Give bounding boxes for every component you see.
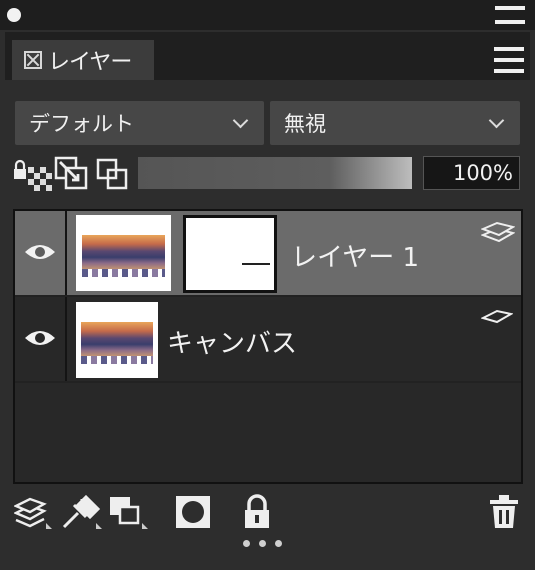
reference-layer-icon[interactable] <box>96 158 130 192</box>
lock-icon[interactable] <box>242 494 272 532</box>
trash-icon[interactable] <box>488 494 520 530</box>
blend-mode-value: デフォルト <box>29 112 134 136</box>
new-layer-icon[interactable] <box>14 495 54 531</box>
thumbnail-image <box>82 235 165 277</box>
layer-list[interactable]: レイヤー 1 キャンバス <box>13 209 523 484</box>
thumbnail-image <box>81 322 153 364</box>
composite-mode-value: 無視 <box>284 112 326 136</box>
lock-transparency-icon[interactable] <box>14 157 52 191</box>
opacity-slider[interactable] <box>138 157 412 189</box>
eye-icon <box>25 245 55 259</box>
layer-thumbnail <box>76 302 158 378</box>
layer-name[interactable]: レイヤー 1 <box>291 237 419 274</box>
layer-mask-thumbnail[interactable] <box>183 215 277 293</box>
layer-row[interactable]: レイヤー 1 <box>15 211 521 297</box>
visibility-toggle[interactable] <box>15 211 67 295</box>
tab-label: レイヤー <box>48 50 132 75</box>
more-icon[interactable] <box>243 540 282 547</box>
layer-set-icon[interactable] <box>108 495 150 531</box>
blend-mode-select[interactable]: デフォルト <box>15 101 264 145</box>
canvas-layer-icon <box>481 309 513 324</box>
add-mask-icon[interactable] <box>174 494 212 530</box>
clip-icon[interactable] <box>54 156 90 192</box>
layer-stack-icon <box>481 221 515 243</box>
layer-row[interactable]: キャンバス <box>15 297 521 383</box>
opacity-input[interactable]: 100% <box>423 156 520 190</box>
visibility-toggle[interactable] <box>15 297 67 381</box>
layer-name[interactable]: キャンバス <box>167 323 297 360</box>
chevron-down-icon <box>488 112 505 128</box>
window-menu-icon[interactable] <box>495 6 525 24</box>
adjustment-layer-icon[interactable] <box>60 495 104 531</box>
panel-titlebar[interactable] <box>0 0 535 30</box>
tab-layers[interactable]: レイヤー <box>12 40 154 80</box>
layer-thumbnail <box>76 215 171 291</box>
chevron-down-icon <box>232 112 249 128</box>
hamburger-icon[interactable] <box>494 47 524 73</box>
composite-mode-select[interactable]: 無視 <box>270 101 520 145</box>
eye-icon <box>25 331 55 345</box>
collapse-dot[interactable] <box>7 8 21 22</box>
close-icon[interactable] <box>24 51 42 69</box>
